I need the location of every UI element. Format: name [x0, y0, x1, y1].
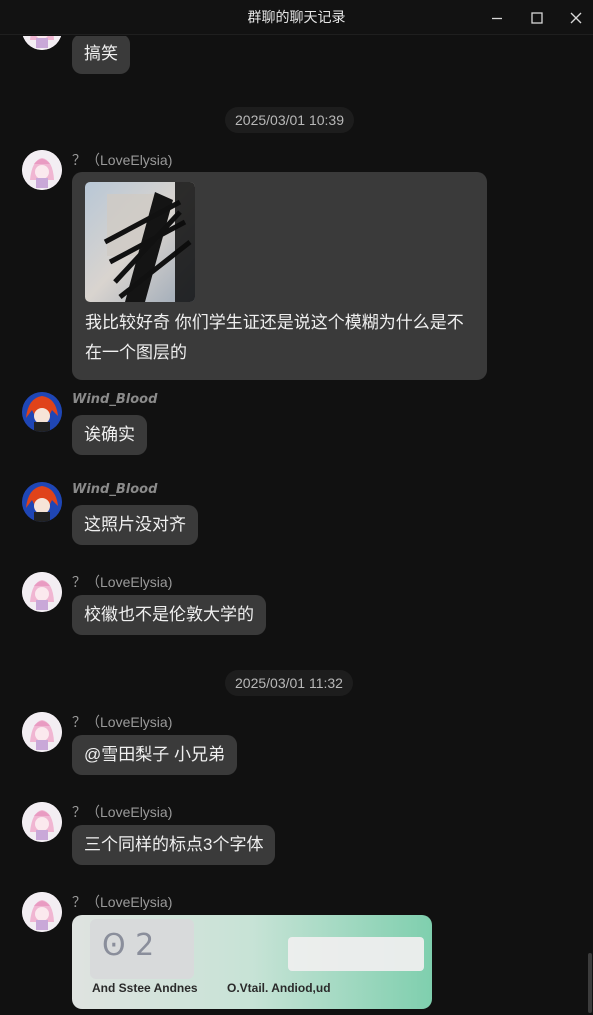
sender-name: ？（LoveElysia): [72, 894, 173, 910]
message-bubble[interactable]: 诶确实: [72, 415, 147, 455]
elysia-avatar[interactable]: [22, 802, 62, 842]
scrollbar-track[interactable]: [587, 36, 593, 1015]
elysia-avatar[interactable]: [22, 150, 62, 190]
message-bubble[interactable]: 三个同样的标点3个字体: [72, 825, 276, 865]
card-label: O.Vtail. Andiod,ud: [227, 981, 331, 995]
elysia-avatar[interactable]: [22, 892, 62, 932]
title-bar: 群聊的聊天记录: [0, 0, 593, 35]
card-label: And Sstee Andnes: [92, 981, 198, 995]
maximize-icon[interactable]: [527, 8, 547, 28]
sender-name: Wind_Blood: [72, 392, 158, 407]
elysia-avatar[interactable]: [22, 36, 62, 50]
minimize-icon[interactable]: [487, 8, 507, 28]
scrollbar-thumb[interactable]: [588, 953, 592, 1013]
message-bubble[interactable]: 校徽也不是伦敦大学的: [72, 595, 266, 635]
message-bubble[interactable]: 搞笑: [72, 36, 130, 74]
wind-avatar[interactable]: [22, 482, 62, 522]
elysia-avatar[interactable]: [22, 572, 62, 612]
timestamp: 2025/03/01 11:32: [225, 670, 353, 696]
message-bubble[interactable]: @雪田梨子 小兄弟: [72, 735, 237, 775]
close-icon[interactable]: [566, 8, 586, 28]
timestamp: 2025/03/01 10:39: [225, 107, 354, 133]
svg-text:Ꙩ 2: Ꙩ 2: [102, 928, 154, 963]
sender-name: ？（LoveElysia): [72, 714, 173, 730]
message-bubble[interactable]: 我比较好奇 你们学生证还是说这个模糊为什么是不在一个图层的: [72, 172, 487, 380]
sender-name: ？（LoveElysia): [72, 804, 173, 820]
message-bubble[interactable]: 这照片没对齐: [72, 505, 198, 545]
sender-name: ？（LoveElysia): [72, 152, 173, 168]
attached-photo[interactable]: [85, 182, 195, 302]
wind-avatar[interactable]: [22, 392, 62, 432]
attached-card-image[interactable]: Ꙩ 2 And Sstee Andnes O.Vtail. Andiod,ud: [72, 915, 432, 1009]
message-text: 我比较好奇 你们学生证还是说这个模糊为什么是不在一个图层的: [85, 313, 464, 362]
elysia-avatar[interactable]: [22, 712, 62, 752]
sender-name: ？（LoveElysia): [72, 574, 173, 590]
sender-name: Wind_Blood: [72, 482, 158, 497]
chat-history[interactable]: 搞笑 2025/03/01 10:39 ？（LoveElysia) 我比较好奇 …: [0, 36, 593, 1015]
